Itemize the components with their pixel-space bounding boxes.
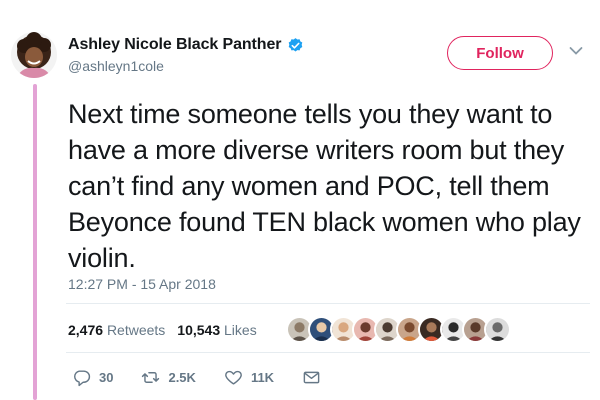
direct-message-action[interactable] [302,368,321,387]
likes-label: Likes [224,322,257,338]
follow-button[interactable]: Follow [447,36,553,70]
envelope-icon [303,371,320,384]
divider [66,303,590,304]
display-name-row: Ashley Nicole Black Panther [68,36,304,54]
likes-stat[interactable]: 10,543 Likes [177,322,256,338]
chevron-down-icon[interactable] [569,46,583,56]
thread-line [33,84,37,400]
retweets-stat[interactable]: 2,476 Retweets [68,322,165,338]
tweet-text: Next time someone tells you they want to… [68,99,581,273]
liker-avatar[interactable] [484,316,511,343]
reply-icon [74,370,91,387]
heart-icon [225,370,242,385]
like-count: 11K [250,370,275,385]
retweets-count: 2,476 [68,322,104,338]
avatar[interactable] [11,32,57,78]
like-action[interactable]: 11K [224,368,274,387]
retweet-action[interactable]: 2.5K [141,368,196,387]
user-handle[interactable]: @ashleyn1cole [68,58,304,74]
retweet-count: 2.5K [168,370,196,385]
display-name[interactable]: Ashley Nicole Black Panther [68,36,281,54]
user-block: Ashley Nicole Black Panther @ashleyn1col… [68,36,304,74]
retweets-label: Retweets [106,322,166,338]
likers-avatars [286,316,511,343]
tweet-timestamp[interactable]: 12:27 PM - 15 Apr 2018 [68,276,216,292]
likes-count: 10,543 [177,322,221,338]
retweet-icon [142,372,160,383]
avatar-image [11,32,57,78]
verified-badge-icon [289,37,303,52]
reply-count: 30 [99,370,114,385]
tweet-actions: 30 2.5K 11K [72,368,321,387]
divider [66,352,590,353]
reply-action[interactable]: 30 [72,368,113,387]
tweet-stats: 2,476 Retweets 10,543 Likes [68,322,257,338]
